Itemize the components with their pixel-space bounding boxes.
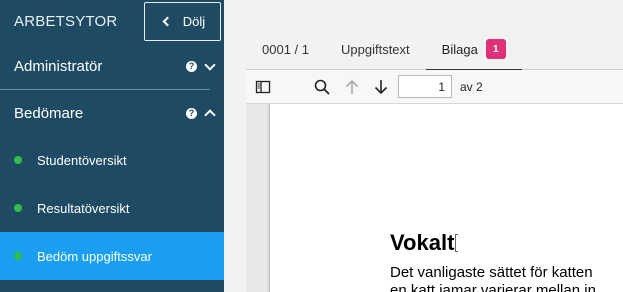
tab-task-text[interactable]: Uppgiftstext [325,28,426,70]
pdf-page: Vokalt Det vanligaste sättet för katten … [270,104,623,292]
sidebar-item-student-overview[interactable]: Studentöversikt [0,136,224,184]
document-heading: Vokalt [390,230,459,256]
document-text-line: Det vanligaste sättet för katten [390,264,593,281]
status-dot-icon [14,156,22,164]
tab-label: 0001 / 1 [262,41,309,57]
help-icon[interactable]: ? [186,107,197,119]
arrow-up-icon[interactable] [343,78,361,96]
section-assessor[interactable]: Bedömare ? [0,90,224,136]
text-cursor [455,234,459,252]
status-dot-icon [14,204,22,212]
document-title: Vokalt [390,230,455,255]
chevron-down-icon [204,58,216,71]
arrow-down-icon[interactable] [372,78,390,96]
page-count: av 2 [460,80,483,94]
sidebar-item-assess-answers[interactable]: Bedöm uppgiftssvar [0,232,224,280]
section-administrator[interactable]: Administratör ? [0,44,216,90]
chevron-up-icon [204,109,216,121]
sidebar-item-result-overview[interactable]: Resultatöversikt [0,184,224,232]
hide-sidebar-button[interactable]: Dölj [144,2,221,41]
sidebar-title: ARBETSYTOR [14,13,118,30]
sidebar-header: ARBETSYTOR Dölj [0,0,224,44]
sidebar-item-label: Resultatöversikt [37,200,130,216]
hide-label: Dölj [182,14,206,29]
search-icon[interactable] [313,78,331,96]
tab-label: Bilaga [441,41,478,57]
help-icon[interactable]: ? [186,61,197,72]
tab-attachment[interactable]: Bilaga 1 [425,28,522,71]
sidebar: ARBETSYTOR Dölj Administratör ? Bedömare… [0,0,224,292]
tab-bar: 0001 / 1 Uppgiftstext Bilaga 1 [246,28,623,71]
chevron-left-icon [162,16,173,27]
main-panel: 0001 / 1 Uppgiftstext Bilaga 1 av 2 Voka… [224,0,623,292]
count-badge: 1 [485,39,506,59]
sidebar-item-label: Bedöm uppgiftssvar [37,248,152,264]
tab-label: Uppgiftstext [341,41,410,57]
pdf-toolbar: av 2 [246,70,623,104]
pdf-viewer[interactable]: Vokalt Det vanligaste sättet för katten … [246,104,623,292]
status-dot-icon [14,252,22,260]
page-number-input[interactable] [398,75,452,98]
sidebar-item-label: Studentöversikt [37,152,127,168]
section-label: Administratör [14,58,103,75]
document-text-line: en katt jamar varierar mellan in [390,282,596,292]
section-label: Bedömare [14,104,84,122]
tab-answer-number[interactable]: 0001 / 1 [246,28,325,70]
sidebar-toggle-icon[interactable] [254,78,272,96]
